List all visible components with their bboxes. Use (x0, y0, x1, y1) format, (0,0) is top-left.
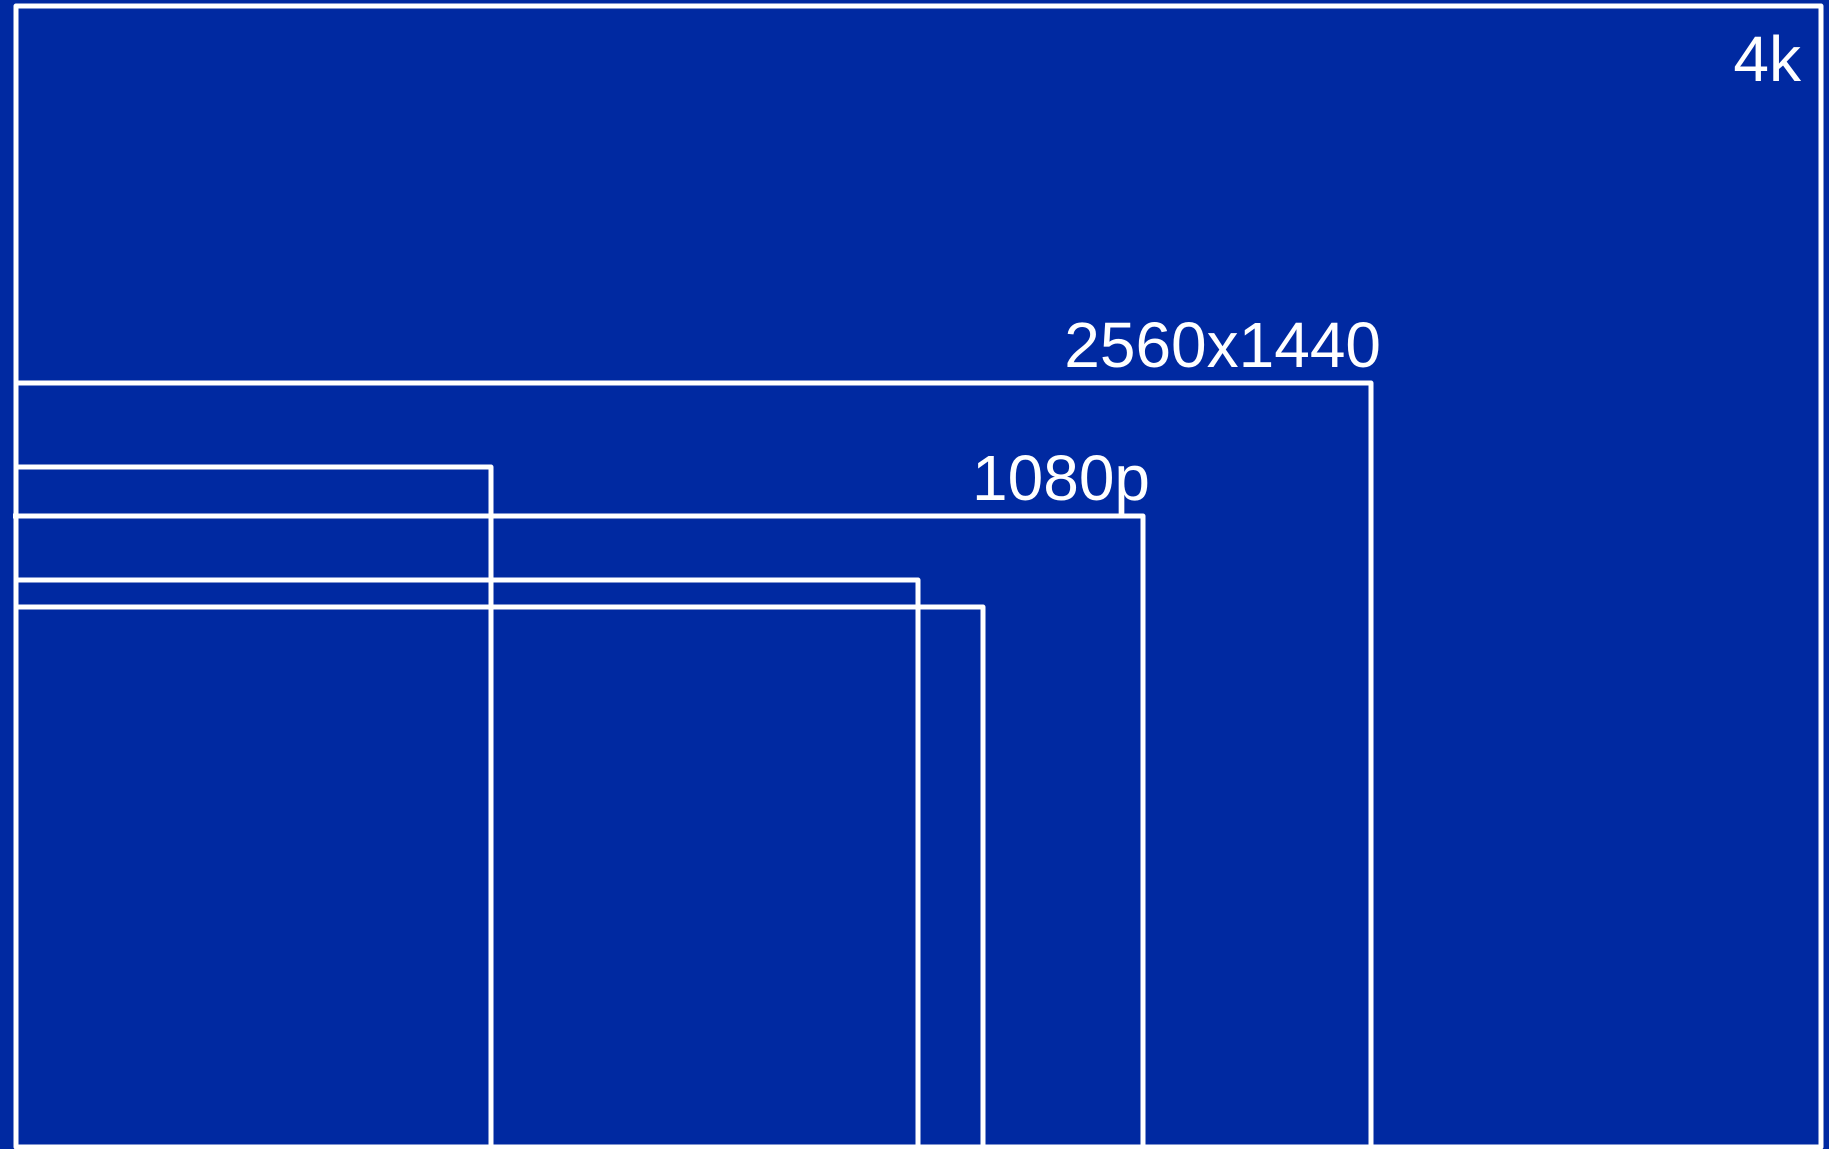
label-2560x1440: 2560x1440 (1064, 309, 1381, 381)
resolution-comparison-diagram: 4k 2560x1440 1080p (0, 0, 1829, 1149)
label-4k: 4k (1733, 23, 1802, 95)
background (0, 0, 1829, 1149)
label-1080p: 1080p (972, 442, 1150, 514)
